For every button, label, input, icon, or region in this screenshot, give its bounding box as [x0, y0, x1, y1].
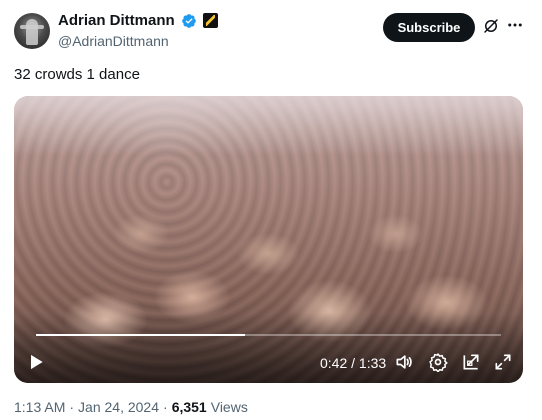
settings-icon[interactable] — [428, 352, 448, 372]
video-current-time: 0:42 — [320, 355, 348, 371]
affiliate-badge-icon[interactable] — [202, 13, 218, 28]
subscribe-button[interactable]: Subscribe — [383, 13, 475, 42]
volume-icon[interactable] — [394, 352, 414, 372]
video-progress-fill — [36, 334, 246, 336]
grok-icon[interactable] — [482, 17, 500, 35]
picture-in-picture-icon[interactable] — [461, 352, 481, 372]
views-count: 6,351 — [171, 399, 207, 415]
views-label: Views — [210, 399, 248, 415]
avatar-image-figure — [26, 19, 38, 45]
meta-separator: · — [69, 399, 75, 415]
meta-separator: · — [163, 399, 168, 415]
tweet-header: Adrian Dittmann @AdrianDittmann Subscrib… — [0, 0, 542, 62]
author-handle[interactable]: @AdrianDittmann — [58, 33, 169, 49]
video-frame-highlight — [14, 96, 523, 156]
tweet-time[interactable]: 1:13 AM — [14, 399, 65, 415]
video-player[interactable]: 0:42 / 1:33 — [14, 96, 523, 383]
author-display-name[interactable]: Adrian Dittmann — [58, 12, 175, 29]
play-icon[interactable] — [26, 352, 46, 372]
more-options-icon[interactable] — [505, 15, 525, 35]
video-progress-bar[interactable] — [36, 334, 501, 336]
avatar[interactable] — [14, 13, 50, 49]
fullscreen-icon[interactable] — [493, 352, 513, 372]
video-time-display: 0:42 / 1:33 — [320, 355, 386, 371]
author-name-row: Adrian Dittmann — [58, 12, 218, 29]
tweet-date[interactable]: Jan 24, 2024 — [78, 399, 159, 415]
verified-badge-icon — [181, 13, 196, 28]
video-controls-shade — [14, 313, 523, 383]
video-duration: 1:33 — [358, 355, 387, 371]
tweet-text: 32 crowds 1 dance — [14, 66, 140, 83]
tweet-meta: 1:13 AM · Jan 24, 2024 · 6,351 Views — [14, 399, 248, 415]
video-time-separator: / — [347, 355, 359, 371]
